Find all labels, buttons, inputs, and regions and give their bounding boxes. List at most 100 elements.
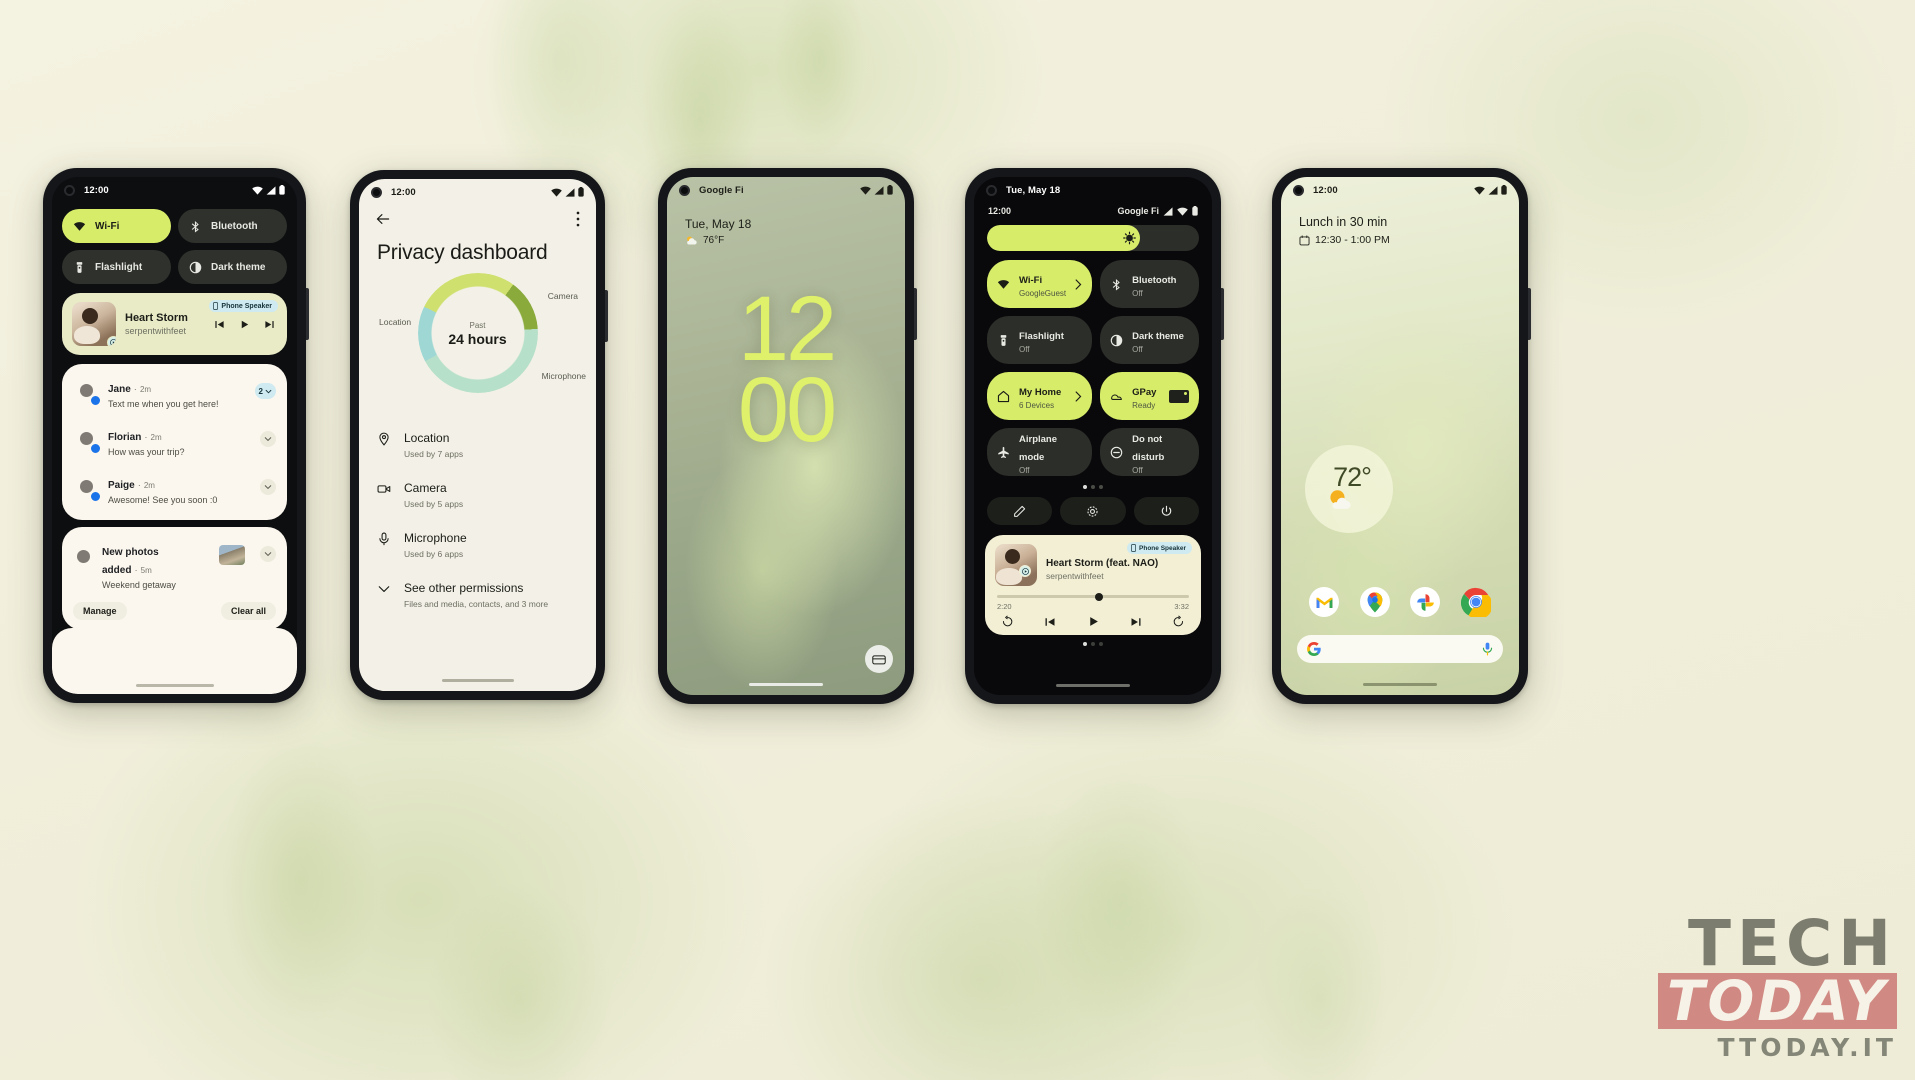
qs-tile-do-not-disturb[interactable]: Do not disturb Off bbox=[1100, 428, 1199, 476]
qs-tile-gpay[interactable]: GPay Ready bbox=[1100, 372, 1199, 420]
permission-row-location[interactable]: Location Used by 7 apps bbox=[377, 419, 578, 469]
google-search-bar[interactable] bbox=[1297, 635, 1503, 663]
notification-text: Text me when you get here! bbox=[108, 399, 219, 409]
partly-cloudy-icon bbox=[1326, 489, 1356, 516]
next-track-icon[interactable] bbox=[264, 319, 275, 330]
play-icon[interactable] bbox=[239, 319, 250, 330]
lock-weather[interactable]: 76°F bbox=[685, 235, 887, 246]
payment-card-icon bbox=[1169, 389, 1189, 403]
notification-body: Paige · 2m Awesome! See you soon :0 bbox=[108, 475, 251, 505]
qs-tile-bluetooth[interactable]: Bluetooth bbox=[178, 209, 287, 243]
forward-30-icon[interactable] bbox=[1172, 615, 1185, 628]
media-player-card-1[interactable]: Heart Storm serpentwithfeet Phone Speake… bbox=[62, 293, 287, 355]
notification-header: Florian · 2m bbox=[108, 432, 162, 443]
status-carrier: Google Fi bbox=[699, 184, 744, 196]
wifi-icon bbox=[997, 279, 1010, 289]
qs-tile-bluetooth[interactable]: Bluetooth Off bbox=[1100, 260, 1199, 308]
clear-all-button[interactable]: Clear all bbox=[220, 602, 276, 620]
edit-tiles-button[interactable] bbox=[987, 497, 1053, 525]
privacy-donut-chart: Past 24 hours Location Camera Microphone bbox=[359, 269, 596, 409]
gmail-icon[interactable] bbox=[1309, 587, 1340, 617]
previous-track-icon[interactable] bbox=[214, 319, 225, 330]
media-player-card-4[interactable]: Phone Speaker Heart Storm (feat. NAO) se… bbox=[985, 535, 1201, 635]
play-icon[interactable] bbox=[1087, 615, 1100, 628]
microphone-icon[interactable] bbox=[1482, 642, 1493, 656]
notification-item[interactable]: Paige · 2m Awesome! See you soon :0 bbox=[62, 466, 287, 514]
qs-tile-my-home[interactable]: My Home 6 Devices bbox=[987, 372, 1093, 420]
notification-group-messages: Jane · 2m Text me when you get here! 2 Flo… bbox=[62, 364, 287, 520]
qs-tile-flashlight[interactable]: Flashlight bbox=[62, 250, 171, 284]
back-arrow-icon[interactable] bbox=[375, 211, 391, 227]
qs-tile-flashlight[interactable]: Flashlight Off bbox=[987, 316, 1093, 364]
wallet-button[interactable] bbox=[865, 645, 893, 673]
notification-time: 2m bbox=[143, 481, 155, 490]
manage-button[interactable]: Manage bbox=[73, 602, 127, 620]
notification-time: 2m bbox=[139, 385, 152, 394]
qs-tile-airplane-mode[interactable]: Airplane mode Off bbox=[987, 428, 1093, 476]
camera-punch-hole-icon bbox=[986, 184, 997, 196]
glance-title: Lunch in 30 min bbox=[1299, 215, 1388, 229]
qs-tile-dark-theme[interactable]: Dark theme bbox=[178, 250, 287, 284]
qs-tile-wifi[interactable]: Wi-Fi GoogleGuest bbox=[987, 260, 1093, 308]
media-output-chip[interactable]: Phone Speaker bbox=[1127, 542, 1192, 554]
signal-icon bbox=[874, 185, 884, 195]
qs-tile-sub: Off bbox=[1132, 345, 1143, 354]
watermark-tech: TECH bbox=[1688, 906, 1897, 980]
camera-punch-hole-icon bbox=[371, 186, 382, 198]
expand-chevron-icon[interactable] bbox=[260, 546, 276, 562]
page-indicator-dots[interactable] bbox=[974, 476, 1212, 489]
media-output-label: Phone Speaker bbox=[1139, 544, 1186, 552]
at-a-glance-widget[interactable]: Lunch in 30 min 12:30 - 1:00 PM bbox=[1281, 203, 1519, 246]
calendar-icon bbox=[1299, 234, 1310, 245]
qs-tile-sub: Off bbox=[1132, 466, 1143, 475]
donut-center-label: Past 24 hours bbox=[423, 321, 533, 347]
notification-item-photos[interactable]: New photos added · 5m Weekend getaway bbox=[62, 533, 287, 596]
chevron-right-icon[interactable] bbox=[1075, 390, 1082, 402]
permission-row-microphone[interactable]: Microphone Used by 6 apps bbox=[377, 519, 578, 569]
next-track-icon[interactable] bbox=[1130, 616, 1142, 628]
battery-icon bbox=[1192, 206, 1198, 216]
notification-text: How was your trip? bbox=[108, 447, 185, 457]
notification-count: 2 bbox=[258, 386, 263, 396]
media-output-chip[interactable]: Phone Speaker bbox=[209, 300, 278, 312]
home-indicator[interactable] bbox=[749, 683, 823, 686]
screen-2: 12:00 Privacy dashboard Past 24 hours Lo… bbox=[359, 179, 596, 691]
permission-row-camera[interactable]: Camera Used by 5 apps bbox=[377, 469, 578, 519]
home-indicator[interactable] bbox=[135, 684, 214, 687]
status-icons bbox=[551, 187, 584, 197]
notification-item[interactable]: Florian · 2m How was your trip? bbox=[62, 418, 287, 466]
permission-row-see-other[interactable]: See other permissions Files and media, c… bbox=[377, 569, 578, 619]
qs-tile-wifi[interactable]: Wi-Fi bbox=[62, 209, 171, 243]
maps-icon[interactable] bbox=[1359, 587, 1390, 617]
power-button[interactable] bbox=[1133, 497, 1199, 525]
qs-tile-dark-theme[interactable]: Dark theme Off bbox=[1100, 316, 1199, 364]
replay-10-icon[interactable] bbox=[1001, 615, 1014, 628]
notification-count-badge[interactable]: 2 bbox=[254, 383, 276, 399]
weather-widget[interactable]: 72° bbox=[1305, 445, 1393, 533]
notification-item[interactable]: Jane · 2m Text me when you get here! 2 bbox=[62, 370, 287, 418]
expand-chevron-icon[interactable] bbox=[260, 479, 276, 495]
screen-3: Google Fi Tue, May 18 76°F 12 00 bbox=[667, 177, 905, 695]
home-indicator[interactable] bbox=[441, 679, 514, 682]
chevron-right-icon[interactable] bbox=[1075, 278, 1082, 290]
media-page-dots[interactable] bbox=[974, 635, 1212, 646]
qs-tile-label: Dark theme bbox=[1132, 331, 1184, 342]
photos-icon[interactable] bbox=[1410, 587, 1441, 617]
app-dock bbox=[1281, 587, 1519, 617]
media-seek-bar[interactable] bbox=[997, 592, 1189, 601]
settings-button[interactable] bbox=[1060, 497, 1126, 525]
brightness-slider[interactable] bbox=[987, 225, 1199, 251]
chrome-icon[interactable] bbox=[1460, 587, 1491, 617]
home-indicator[interactable] bbox=[1056, 684, 1130, 687]
home-indicator[interactable] bbox=[1363, 683, 1437, 686]
previous-track-icon[interactable] bbox=[1044, 616, 1056, 628]
signal-icon bbox=[565, 187, 575, 197]
media-seek-knob[interactable] bbox=[1094, 592, 1103, 601]
wallet-icon bbox=[872, 654, 886, 664]
battery-icon bbox=[578, 187, 584, 197]
expand-chevron-icon[interactable] bbox=[260, 431, 276, 447]
overflow-menu-icon[interactable] bbox=[576, 211, 580, 227]
qs-carrier: Google Fi bbox=[1117, 206, 1160, 216]
qs-tile-sub: 6 Devices bbox=[1019, 401, 1055, 410]
signal-icon bbox=[266, 185, 276, 195]
